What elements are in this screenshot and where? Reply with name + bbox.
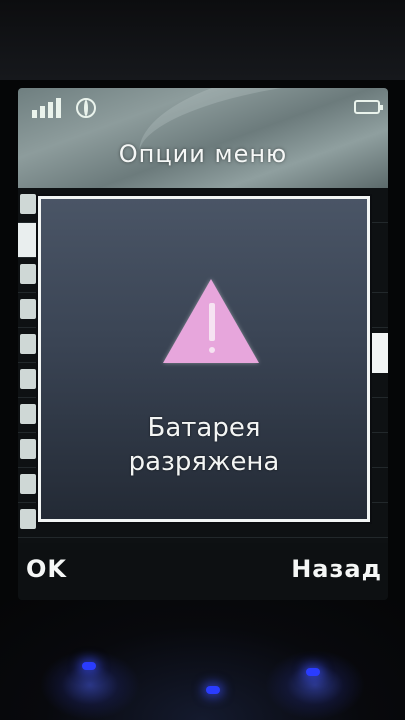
exclamation-mark (209, 303, 215, 341)
menu-item-icon (20, 474, 36, 494)
menu-item-icon (20, 194, 36, 214)
dialog-message-line1: Батарея (147, 413, 261, 443)
keypad-backlight (265, 650, 365, 720)
phone-bezel-top (0, 0, 405, 80)
status-bar (18, 88, 388, 122)
page-title: Опции меню (118, 140, 288, 168)
dialog-message: Батарея разряжена (41, 411, 367, 479)
warning-dialog: Батарея разряжена (38, 196, 370, 522)
signal-bars-icon (32, 98, 68, 118)
menu-item-icon (20, 509, 36, 529)
menu-item-icon (20, 369, 36, 389)
keypad-light (206, 686, 220, 694)
dialog-message-line2: разряжена (128, 447, 280, 477)
menu-item-icon (20, 404, 36, 424)
list-item-selected[interactable] (18, 223, 40, 258)
menu-item-icon (20, 299, 36, 319)
keypad-backlight (40, 650, 140, 720)
ok-softkey[interactable]: OK (26, 555, 67, 583)
menu-item-icon (20, 264, 36, 284)
softkey-bar: OK Назад (18, 543, 388, 600)
keypad-light (306, 668, 320, 676)
back-softkey[interactable]: Назад (291, 555, 382, 583)
globe-icon (76, 98, 96, 118)
screen-header: Опции меню (18, 88, 388, 218)
battery-icon (354, 100, 383, 114)
keypad-light (82, 662, 96, 670)
menu-item-icon (20, 334, 36, 354)
phone-screen: Опции меню Батарея разряжена OK Назад (18, 88, 388, 600)
exclamation-dot (209, 347, 215, 353)
selection-highlight (368, 333, 388, 373)
menu-item-icon (20, 439, 36, 459)
